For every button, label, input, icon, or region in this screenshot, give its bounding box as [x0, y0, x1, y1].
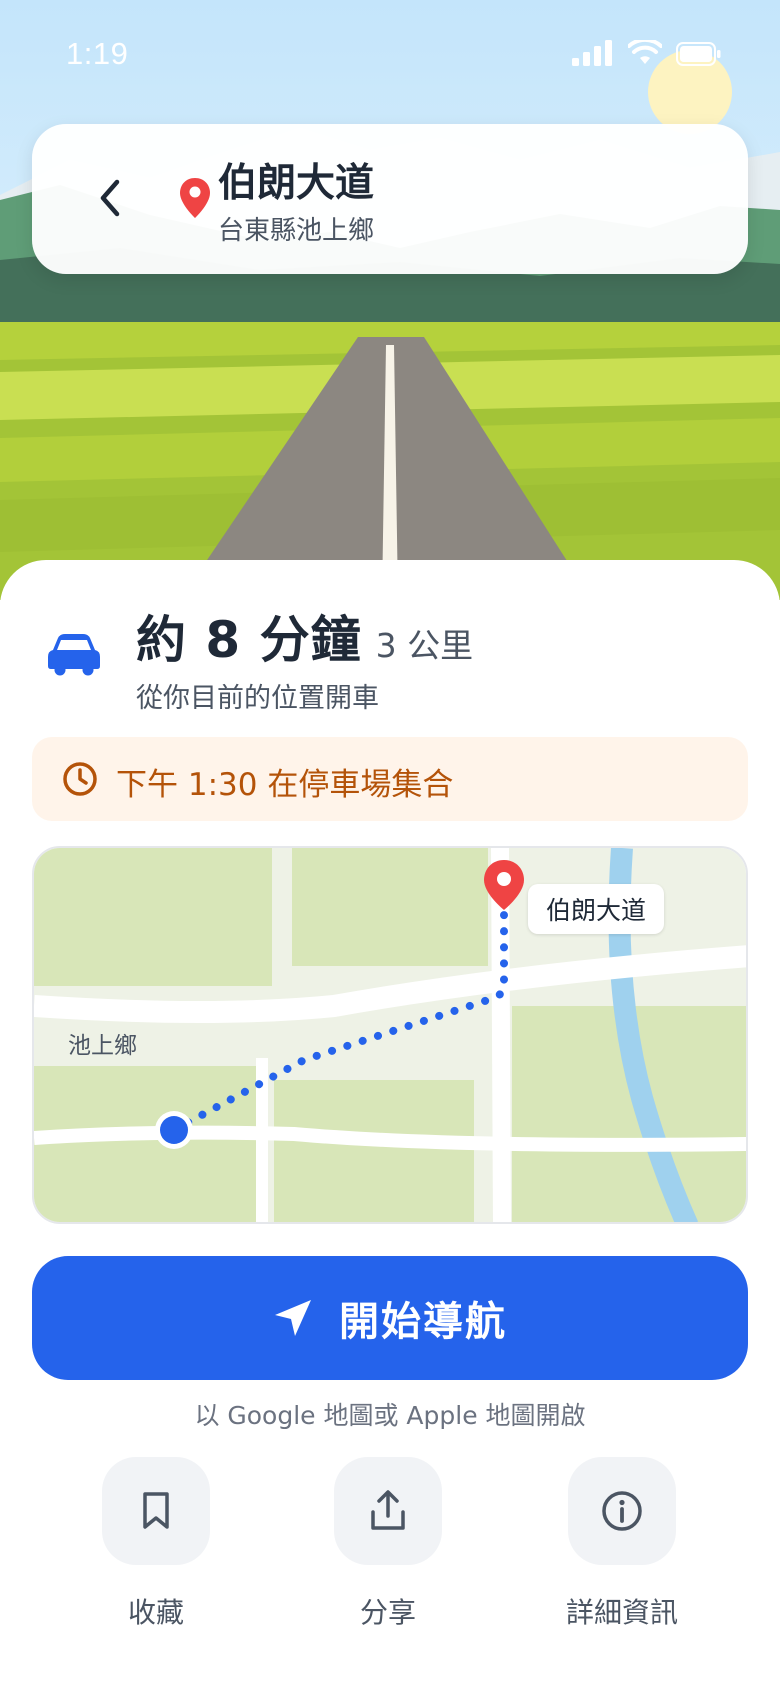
status-time: 1:19 — [66, 36, 129, 71]
action-row: 收藏 分享 詳細資訊 — [0, 1457, 780, 1637]
wifi-icon — [628, 40, 662, 64]
back-button[interactable] — [88, 176, 132, 220]
status-bar: 1:19 — [0, 0, 780, 110]
battery-icon — [676, 42, 721, 66]
details-label: 詳細資訊 — [565, 1596, 678, 1629]
eta-line: 約 8 分鐘 3 公里 — [136, 600, 473, 672]
notice-text: 下午 1:30 在停車場集合 — [116, 767, 454, 803]
map-town-label: 池上鄉 — [68, 1033, 137, 1059]
share-label: 分享 — [359, 1596, 416, 1629]
share-action[interactable]: 分享 — [288, 1457, 488, 1631]
navigation-arrow-icon — [275, 1300, 311, 1336]
eta-time: 約 8 分鐘 — [136, 611, 362, 669]
share-button[interactable] — [334, 1457, 442, 1565]
details-button[interactable] — [568, 1457, 676, 1565]
meeting-notice: 下午 1:30 在停車場集合 — [32, 737, 748, 821]
bookmark-label: 收藏 — [127, 1596, 184, 1629]
destination-subtitle: 台東縣池上鄉 — [218, 216, 375, 246]
travel-mode-text: 從你目前的位置開車 — [136, 683, 379, 714]
destination-header-card: 伯朗大道 台東縣池上鄉 — [32, 124, 748, 274]
bookmark-action[interactable]: 收藏 — [56, 1457, 256, 1631]
clock-icon — [62, 761, 98, 801]
share-icon — [371, 1490, 405, 1530]
bookmark-button[interactable] — [102, 1457, 210, 1565]
chevron-left-icon — [100, 179, 120, 217]
details-action[interactable]: 詳細資訊 — [522, 1457, 722, 1631]
info-icon — [602, 1491, 642, 1531]
location-pin-icon — [178, 176, 212, 224]
bookmark-icon — [143, 1492, 169, 1529]
start-navigation-label: 開始導航 — [339, 1299, 507, 1345]
open-with-apps-link[interactable]: 以 Google 地圖或 Apple 地圖開啟 — [0, 1396, 780, 1432]
destination-title: 伯朗大道 — [218, 161, 375, 206]
start-navigation-button[interactable]: 開始導航 — [32, 1256, 748, 1380]
signal-icon — [572, 40, 612, 66]
car-icon — [46, 630, 102, 682]
status-icons — [572, 40, 722, 66]
eta-distance: 3 公里 — [375, 626, 474, 665]
map-destination-label: 伯朗大道 — [528, 884, 665, 934]
route-map-preview[interactable]: 池上鄉 伯朗大道 — [32, 846, 748, 1224]
